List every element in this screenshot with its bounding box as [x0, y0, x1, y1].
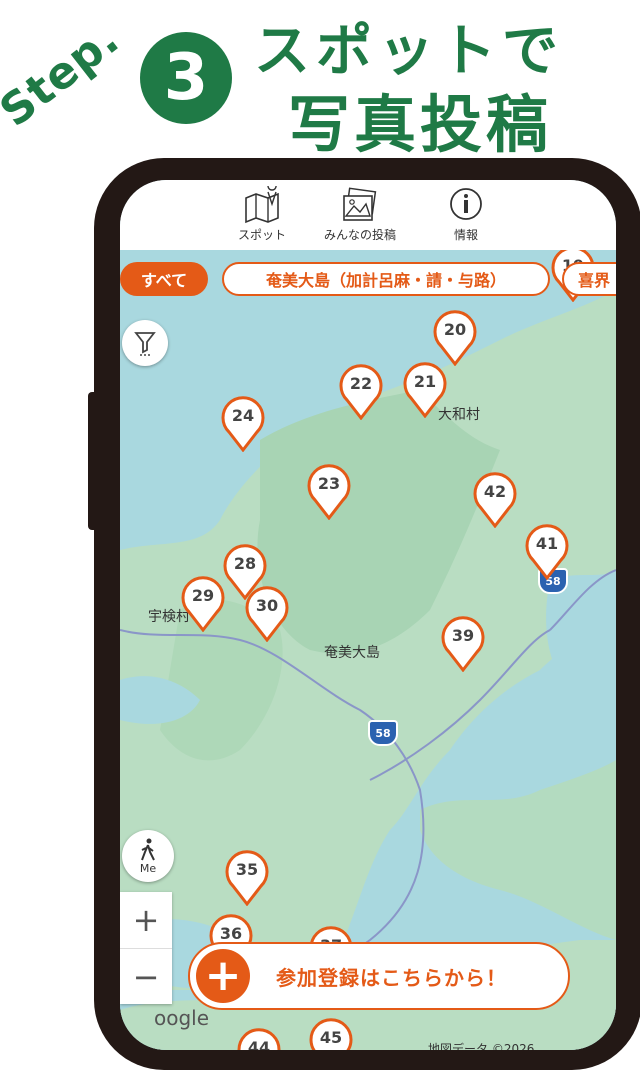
map-pin-21[interactable]: 21: [402, 362, 448, 418]
photo-icon: [343, 187, 377, 221]
map-pin-22[interactable]: 22: [338, 364, 384, 420]
nav-item-spot[interactable]: スポット: [238, 186, 286, 243]
route-58-badge: 58: [368, 720, 398, 746]
filter-chip-all[interactable]: すべて: [120, 262, 208, 296]
register-button-label: 参加登録はこちらから！: [276, 965, 507, 990]
pin-number: 29: [191, 586, 215, 605]
pin-number: 44: [247, 1038, 271, 1050]
nav-item-info[interactable]: 情報: [446, 186, 486, 243]
pin-number: 41: [535, 534, 559, 553]
filter-button[interactable]: [122, 320, 168, 366]
filter-chip-amami[interactable]: 奄美大島（加計呂麻・請・与路）: [222, 262, 550, 296]
pin-number: 35: [235, 860, 259, 879]
zoom-in-button[interactable]: +: [120, 892, 172, 949]
map-view[interactable]: 大和村 奄美大島 宇検村 58 58 oogle 地図データ ©2026 19 …: [120, 246, 616, 1050]
map-pin-41[interactable]: 41: [524, 524, 570, 580]
zoom-control: + −: [120, 892, 172, 1004]
pin-number: 24: [231, 406, 255, 425]
pin-number: 28: [233, 554, 257, 573]
pin-number: 42: [483, 482, 507, 501]
pin-number: 21: [413, 372, 437, 391]
plus-icon: +: [196, 949, 250, 1003]
me-label: Me: [139, 861, 157, 875]
map-attribution: 地図データ ©2026: [428, 1042, 535, 1050]
walking-person-icon: [141, 838, 155, 860]
map-pin-45[interactable]: 45: [308, 1018, 354, 1050]
filter-chip-kikai[interactable]: 喜界: [562, 262, 616, 296]
pin-number: 45: [319, 1028, 343, 1047]
my-location-button[interactable]: Me: [122, 830, 174, 882]
pin-number: 23: [317, 474, 341, 493]
nav-label-spot: スポット: [238, 228, 287, 242]
funnel-icon: [134, 332, 156, 356]
map-pin-23[interactable]: 23: [306, 464, 352, 520]
map-pin-24[interactable]: 24: [220, 396, 266, 452]
pin-number: 39: [451, 626, 475, 645]
map-pin-29[interactable]: 29: [180, 576, 226, 632]
map-pin-icon: [245, 186, 279, 224]
app-nav-bar: スポット みんなの投稿 情報: [120, 180, 616, 250]
step-label: Step.: [0, 13, 129, 138]
page-title-line2: 写真投稿: [288, 88, 553, 161]
nav-label-posts: みんなの投稿: [324, 228, 397, 242]
nav-item-posts[interactable]: みんなの投稿: [324, 186, 396, 243]
pin-number: 20: [443, 320, 467, 339]
zoom-out-button[interactable]: −: [120, 949, 172, 1005]
map-pin-20[interactable]: 20: [432, 310, 478, 366]
register-button[interactable]: + 参加登録はこちらから！: [188, 942, 570, 1010]
info-icon: [450, 188, 482, 220]
pin-number: 36: [219, 924, 243, 943]
pin-number: 30: [255, 596, 279, 615]
map-pin-44[interactable]: 44: [236, 1028, 282, 1050]
place-label-amami: 奄美大島: [324, 645, 380, 661]
map-pin-42[interactable]: 42: [472, 472, 518, 528]
map-pin-30[interactable]: 30: [244, 586, 290, 642]
phone-screen: スポット みんなの投稿 情報 大和村 奄美大島 宇検村 58 58 oogle …: [120, 180, 616, 1050]
step-number-badge: 3: [140, 32, 232, 124]
nav-label-info: 情報: [453, 228, 478, 242]
google-logo: oogle: [154, 1006, 210, 1030]
map-pin-35[interactable]: 35: [224, 850, 270, 906]
map-pin-39[interactable]: 39: [440, 616, 486, 672]
pin-number: 22: [349, 374, 373, 393]
